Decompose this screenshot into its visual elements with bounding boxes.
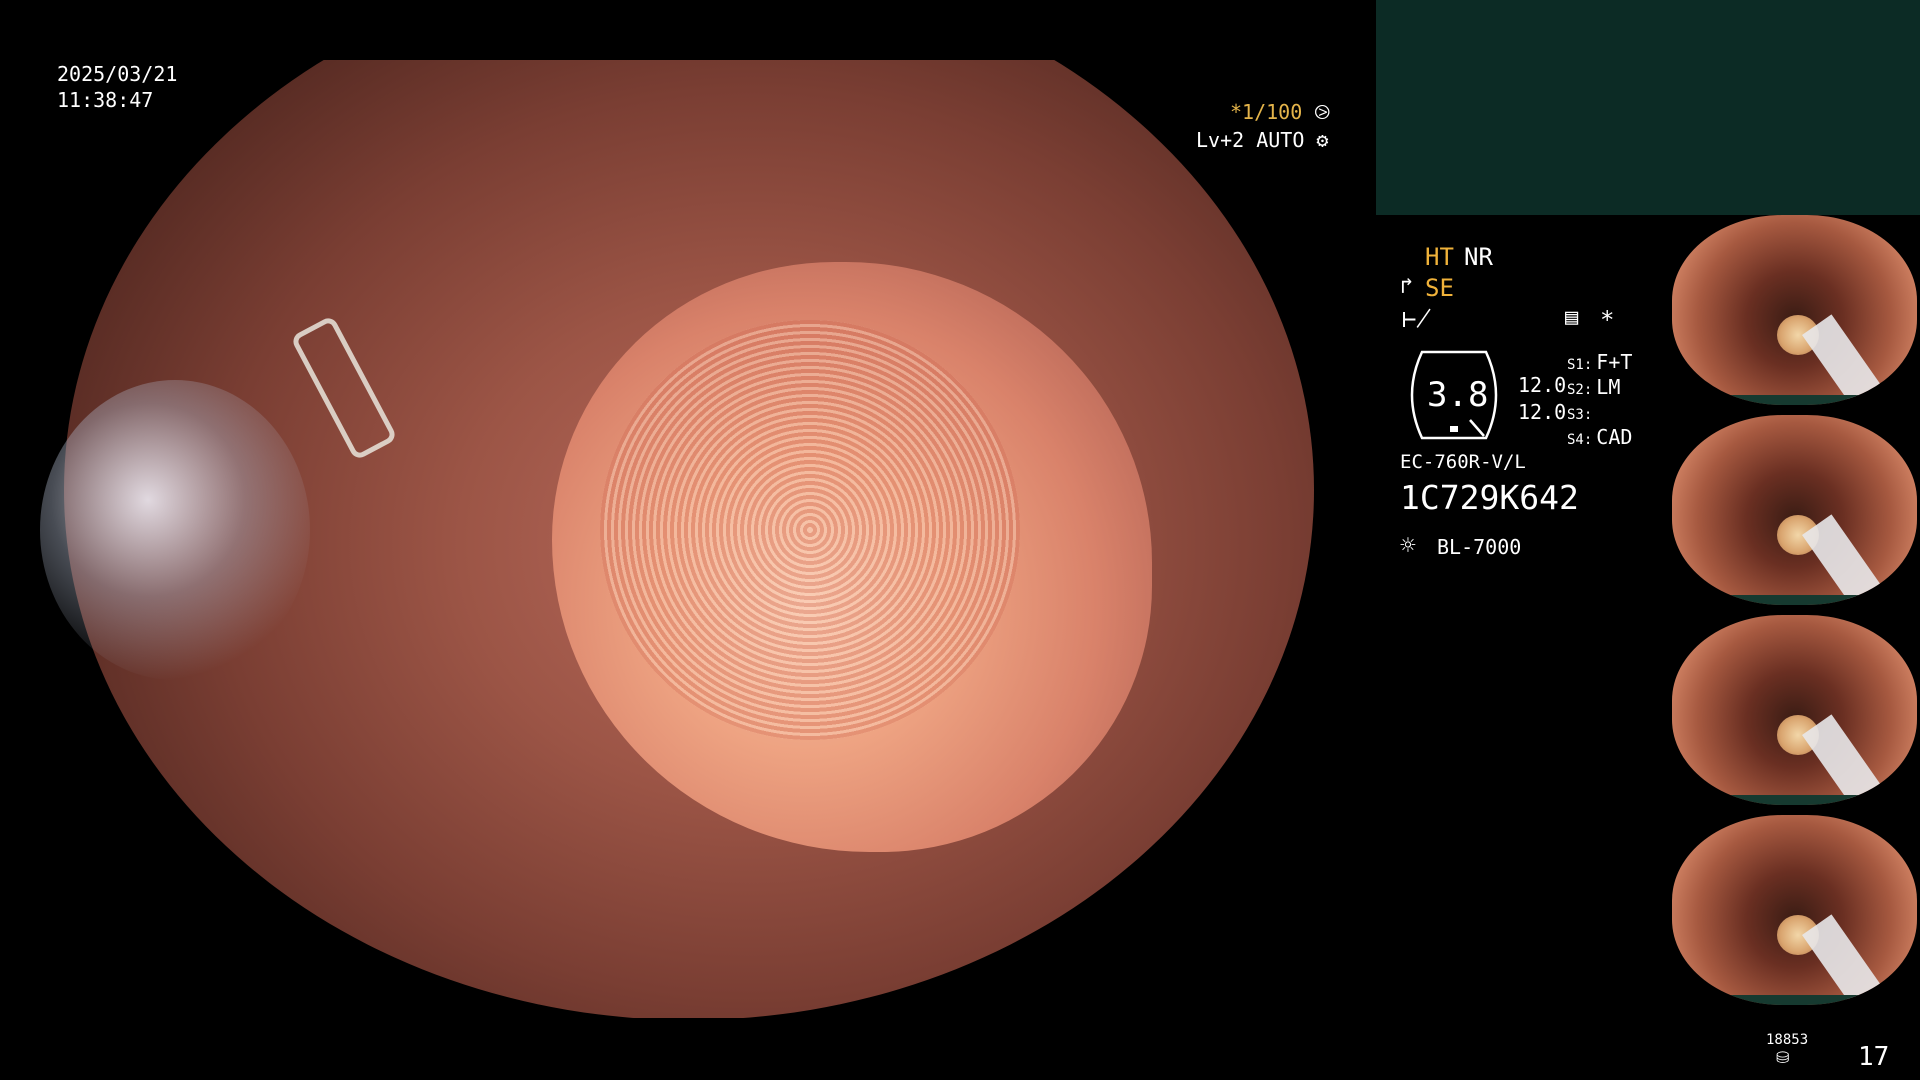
magnification-value: 3.8 <box>1427 375 1489 415</box>
capture-thumbnail-4[interactable] <box>1672 815 1917 1005</box>
structure-enhance-icon: ↱ <box>1400 274 1414 299</box>
s2-key: S2: <box>1567 382 1593 398</box>
setting-value-1: 12.0 <box>1518 373 1567 397</box>
filter-icon: ⊬ <box>1402 305 1431 333</box>
s3-setting: S3: <box>1567 400 1596 424</box>
image-count: 17 <box>1858 1042 1890 1072</box>
polyp-surface-texture <box>600 320 1020 740</box>
capture-thumbnail-2[interactable] <box>1672 415 1917 605</box>
s3-key: S3: <box>1567 407 1593 423</box>
s2-value: LM <box>1596 375 1621 399</box>
disk-icon: ⛁ <box>1776 1048 1790 1067</box>
se-indicator: SE <box>1425 274 1454 302</box>
aperture-icon: ⧁ <box>1314 100 1331 124</box>
nr-indicator: NR <box>1464 243 1493 271</box>
s4-key: S4: <box>1567 432 1593 448</box>
sun-icon: ☼ <box>1400 531 1416 561</box>
storage-count: 18853 <box>1766 1032 1809 1048</box>
level-readout: Lv+2 AUTO ⚙ <box>1196 128 1328 152</box>
s1-setting: S1: F+T <box>1567 350 1632 374</box>
scope-serial: 1C729K642 <box>1400 478 1579 517</box>
info-panel-header <box>1376 0 1920 215</box>
s4-value: CAD <box>1596 425 1633 449</box>
s4-setting: S4: CAD <box>1567 425 1632 449</box>
level-value: Lv+2 AUTO <box>1196 128 1305 152</box>
s2-setting: S2: LM <box>1567 375 1620 399</box>
date-label: 2025/03/21 <box>57 62 178 86</box>
s1-value: F+T <box>1596 350 1633 374</box>
scope-model: EC-760R-V/L <box>1400 451 1526 473</box>
capture-thumbnail-1[interactable] <box>1672 215 1917 405</box>
gear-icon: ⚙ <box>1316 128 1329 152</box>
capture-thumbnail-3[interactable] <box>1672 615 1917 805</box>
asterisk-indicator: * <box>1600 306 1615 334</box>
shutter-value: *1/100 <box>1230 100 1303 124</box>
light-source: BL-7000 <box>1437 535 1522 559</box>
s1-key: S1: <box>1567 357 1593 373</box>
shutter-readout: *1/100 ⧁ <box>1230 100 1330 124</box>
setting-value-2: 12.0 <box>1518 400 1567 424</box>
instrument-glare <box>40 380 310 680</box>
time-label: 11:38:47 <box>57 88 154 112</box>
endoscope-view <box>0 0 1375 1080</box>
document-icon: ▤ <box>1565 305 1579 330</box>
ht-indicator: HT <box>1425 243 1454 271</box>
